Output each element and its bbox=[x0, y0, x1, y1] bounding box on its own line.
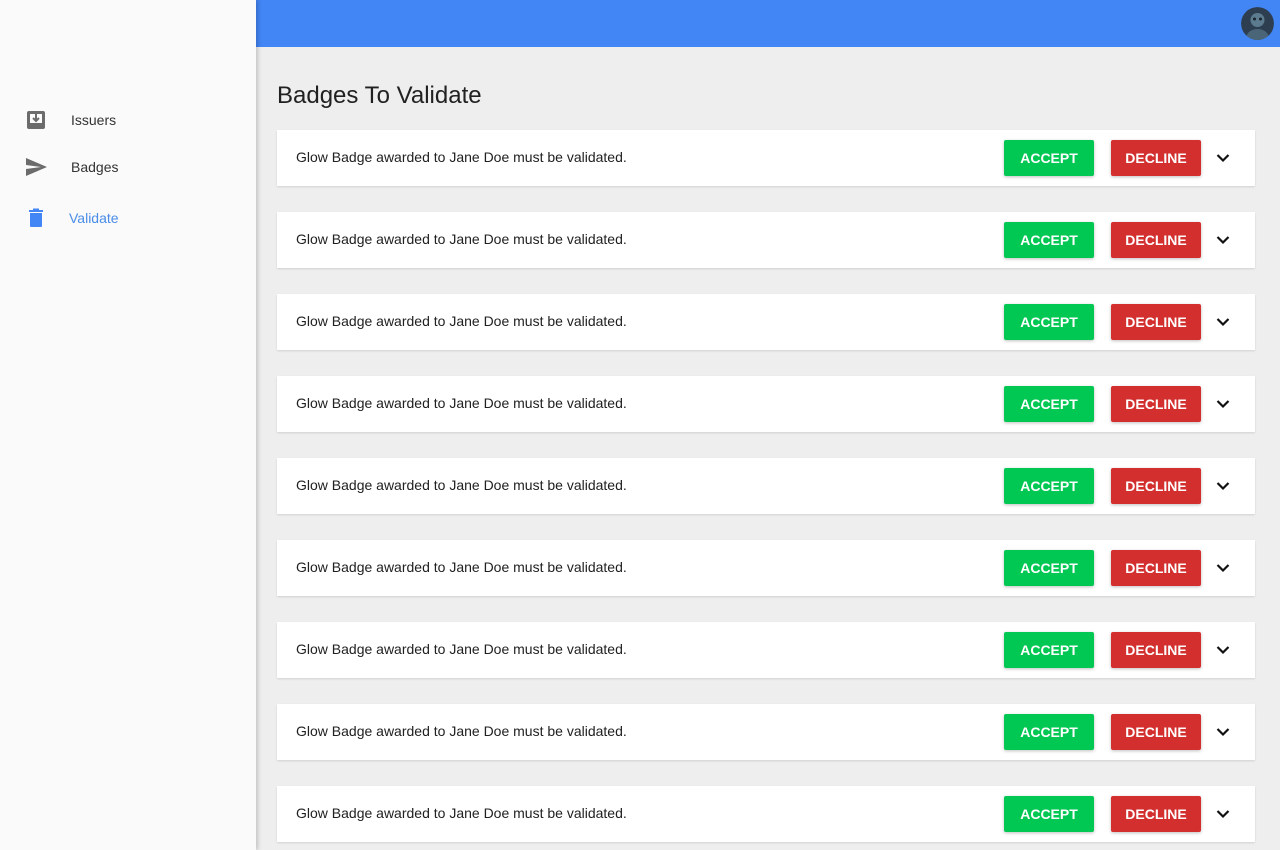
sidebar-item-validate[interactable]: Validate bbox=[0, 194, 256, 242]
accept-button[interactable]: ACCEPT bbox=[1004, 632, 1094, 668]
validation-message: Glow Badge awarded to Jane Doe must be v… bbox=[296, 805, 627, 821]
validation-card: Glow Badge awarded to Jane Doe must be v… bbox=[277, 212, 1255, 268]
decline-button[interactable]: DECLINE bbox=[1111, 714, 1201, 750]
accept-button[interactable]: ACCEPT bbox=[1004, 304, 1094, 340]
chevron-down-icon[interactable] bbox=[1213, 640, 1233, 660]
chevron-down-icon[interactable] bbox=[1213, 148, 1233, 168]
accept-button[interactable]: ACCEPT bbox=[1004, 222, 1094, 258]
decline-button[interactable]: DECLINE bbox=[1111, 468, 1201, 504]
inbox-download-icon bbox=[24, 108, 48, 132]
decline-button[interactable]: DECLINE bbox=[1111, 140, 1201, 176]
validation-message: Glow Badge awarded to Jane Doe must be v… bbox=[296, 395, 627, 411]
chevron-down-icon[interactable] bbox=[1213, 476, 1233, 496]
accept-button[interactable]: ACCEPT bbox=[1004, 796, 1094, 832]
validation-message: Glow Badge awarded to Jane Doe must be v… bbox=[296, 477, 627, 493]
validation-message: Glow Badge awarded to Jane Doe must be v… bbox=[296, 149, 627, 165]
trash-icon bbox=[24, 206, 48, 230]
validation-card: Glow Badge awarded to Jane Doe must be v… bbox=[277, 786, 1255, 842]
accept-button[interactable]: ACCEPT bbox=[1004, 550, 1094, 586]
chevron-down-icon[interactable] bbox=[1213, 394, 1233, 414]
decline-button[interactable]: DECLINE bbox=[1111, 632, 1201, 668]
decline-button[interactable]: DECLINE bbox=[1111, 304, 1201, 340]
accept-button[interactable]: ACCEPT bbox=[1004, 468, 1094, 504]
sidebar-item-issuers[interactable]: Issuers bbox=[0, 96, 256, 144]
accept-button[interactable]: ACCEPT bbox=[1004, 386, 1094, 422]
validation-message: Glow Badge awarded to Jane Doe must be v… bbox=[296, 559, 627, 575]
send-icon bbox=[24, 155, 48, 179]
decline-button[interactable]: DECLINE bbox=[1111, 796, 1201, 832]
validation-card: Glow Badge awarded to Jane Doe must be v… bbox=[277, 294, 1255, 350]
sidebar-item-badges[interactable]: Badges bbox=[0, 143, 256, 191]
validation-message: Glow Badge awarded to Jane Doe must be v… bbox=[296, 313, 627, 329]
page-title: Badges To Validate bbox=[277, 82, 482, 109]
chevron-down-icon[interactable] bbox=[1213, 312, 1233, 332]
validation-message: Glow Badge awarded to Jane Doe must be v… bbox=[296, 641, 627, 657]
chevron-down-icon[interactable] bbox=[1213, 804, 1233, 824]
decline-button[interactable]: DECLINE bbox=[1111, 550, 1201, 586]
validation-card: Glow Badge awarded to Jane Doe must be v… bbox=[277, 376, 1255, 432]
sidebar-item-label: Validate bbox=[69, 210, 119, 226]
accept-button[interactable]: ACCEPT bbox=[1004, 714, 1094, 750]
avatar[interactable] bbox=[1241, 7, 1274, 40]
decline-button[interactable]: DECLINE bbox=[1111, 222, 1201, 258]
validation-card: Glow Badge awarded to Jane Doe must be v… bbox=[277, 622, 1255, 678]
validation-message: Glow Badge awarded to Jane Doe must be v… bbox=[296, 723, 627, 739]
sidebar-item-label: Badges bbox=[71, 159, 119, 175]
decline-button[interactable]: DECLINE bbox=[1111, 386, 1201, 422]
top-app-bar bbox=[256, 0, 1280, 47]
accept-button[interactable]: ACCEPT bbox=[1004, 140, 1094, 176]
validation-card: Glow Badge awarded to Jane Doe must be v… bbox=[277, 704, 1255, 760]
chevron-down-icon[interactable] bbox=[1213, 230, 1233, 250]
validation-card: Glow Badge awarded to Jane Doe must be v… bbox=[277, 540, 1255, 596]
sidebar-item-label: Issuers bbox=[71, 112, 117, 128]
validation-card: Glow Badge awarded to Jane Doe must be v… bbox=[277, 130, 1255, 186]
chevron-down-icon[interactable] bbox=[1213, 722, 1233, 742]
validation-message: Glow Badge awarded to Jane Doe must be v… bbox=[296, 231, 627, 247]
validation-card: Glow Badge awarded to Jane Doe must be v… bbox=[277, 458, 1255, 514]
sidebar: Issuers Badges Validate bbox=[0, 0, 256, 850]
chevron-down-icon[interactable] bbox=[1213, 558, 1233, 578]
main-content: Badges To Validate Glow Badge awarded to… bbox=[256, 47, 1280, 850]
